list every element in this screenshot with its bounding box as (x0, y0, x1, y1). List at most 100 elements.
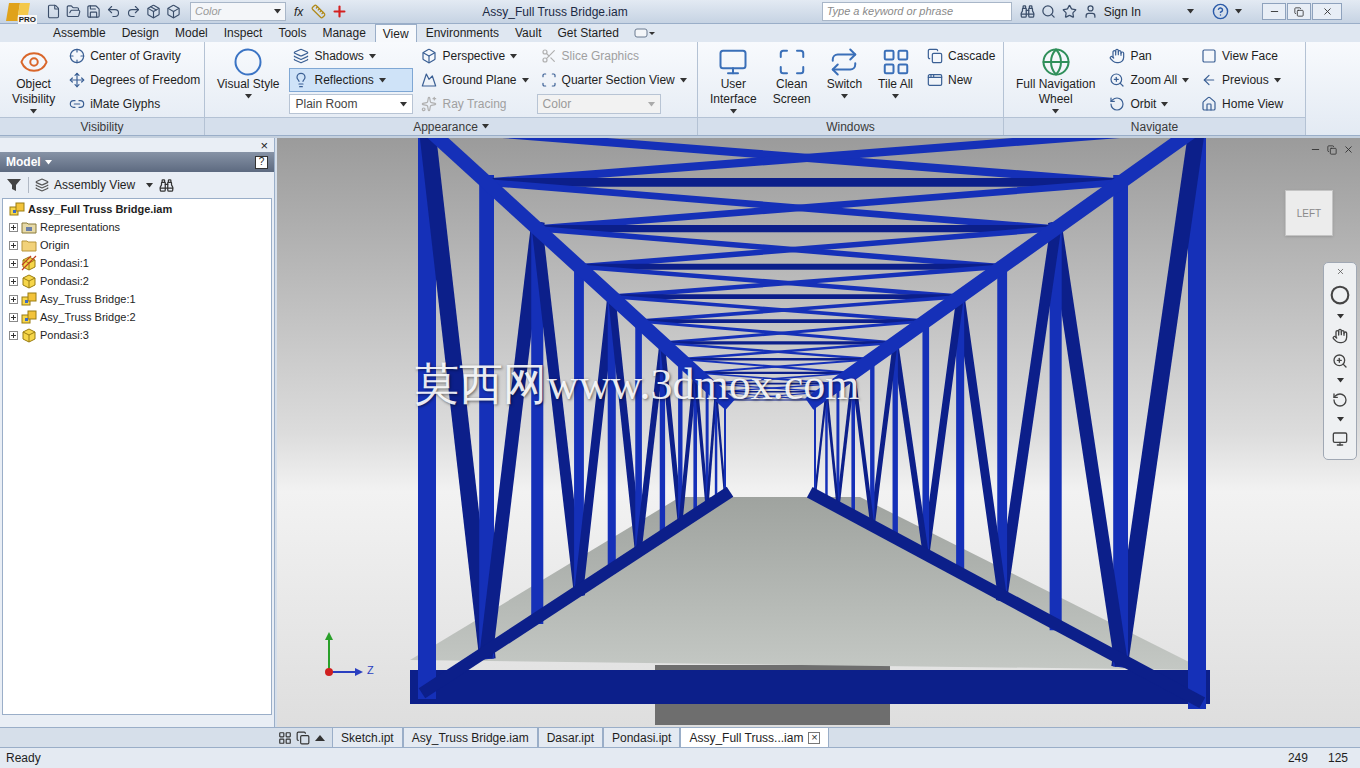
user-icon[interactable] (1083, 4, 1098, 19)
expand-icon[interactable] (9, 223, 18, 232)
ribbon-tab[interactable]: Inspect (217, 24, 270, 42)
ribbon-panel-label[interactable]: Visibility (0, 117, 204, 135)
sign-in-button[interactable]: Sign In (1104, 3, 1141, 21)
ribbon-tab[interactable]: Get Started (550, 24, 625, 42)
zoom-icon[interactable] (1332, 353, 1348, 369)
ribbon-small-button[interactable]: Previous (1197, 68, 1287, 92)
ribbon-large-button[interactable]: ObjectVisibility (6, 44, 61, 114)
cascade-documents-icon[interactable] (296, 731, 310, 745)
browser-help-button[interactable]: ? (255, 156, 268, 169)
quick-access-icon[interactable] (66, 4, 81, 19)
quick-access-icon[interactable] (106, 4, 121, 19)
quick-access-icon[interactable] (166, 4, 181, 19)
measure-icon[interactable] (311, 4, 326, 19)
favorites-icon[interactable] (1062, 4, 1077, 19)
ribbon-display-toggle-icon[interactable] (634, 26, 656, 40)
search-icon[interactable] (1041, 4, 1056, 19)
ribbon-small-button[interactable]: iMate Glyphs (65, 92, 204, 116)
ribbon-tab[interactable]: Manage (315, 24, 372, 42)
minimize-icon[interactable] (1310, 144, 1321, 155)
find-icon[interactable] (159, 178, 174, 193)
ribbon-small-button[interactable]: Zoom All (1105, 68, 1193, 92)
browser-title[interactable]: Model (6, 153, 52, 171)
filter-icon[interactable] (6, 177, 22, 193)
application-menu-button[interactable]: PRO (0, 0, 38, 24)
ribbon-tab[interactable]: View (375, 24, 417, 42)
expand-icon[interactable] (9, 277, 18, 286)
ribbon-panel-label[interactable]: Windows (698, 117, 1003, 135)
ribbon-small-button[interactable]: Ground Plane (417, 68, 532, 92)
close-icon[interactable] (1343, 144, 1354, 155)
document-tab[interactable]: Sketch.ipt (332, 728, 403, 747)
look-at-icon[interactable] (1332, 431, 1348, 447)
binoculars-icon[interactable] (1020, 4, 1035, 19)
ribbon-small-button[interactable]: Perspective (417, 44, 532, 68)
quick-access-icon[interactable] (126, 4, 141, 19)
browser-view-select[interactable]: Assembly View (35, 176, 153, 194)
add-icon[interactable] (331, 3, 348, 20)
tile-documents-icon[interactable] (278, 731, 292, 745)
ribbon-tab[interactable]: Design (115, 24, 166, 42)
ribbon-small-button[interactable]: Quarter Section View (537, 68, 691, 92)
ribbon-tab[interactable]: Assemble (46, 24, 113, 42)
ribbon-large-button[interactable]: UserInterface (704, 44, 763, 114)
ribbon-small-button[interactable]: Cascade (923, 44, 999, 68)
expand-icon[interactable] (9, 313, 18, 322)
document-tab-close[interactable]: × (808, 732, 820, 744)
viewcube[interactable]: LEFT (1285, 190, 1333, 236)
ribbon-panel-label[interactable]: Appearance (205, 117, 697, 135)
ribbon-small-button[interactable]: Shadows (289, 44, 413, 68)
restore-button[interactable] (1287, 3, 1311, 20)
expand-icon[interactable] (9, 331, 18, 340)
ribbon-tab[interactable]: Vault (508, 24, 548, 42)
close-navbar-icon[interactable] (1336, 267, 1345, 276)
ribbon-small-button[interactable]: Slice Graphics (537, 44, 691, 68)
tree-item[interactable]: Origin (3, 236, 271, 254)
ribbon-small-button[interactable]: Orbit (1105, 92, 1193, 116)
quick-access-icon[interactable] (86, 4, 101, 19)
search-field[interactable]: Type a keyword or phrase (822, 2, 1012, 21)
graphics-viewport[interactable]: 莫西网www.3dmox.comLEFTZ (277, 138, 1360, 727)
ribbon-large-button[interactable]: Tile All (872, 44, 919, 99)
restore-icon[interactable] (1327, 145, 1337, 155)
quick-access-icon[interactable] (146, 4, 161, 19)
quick-access-icon[interactable] (46, 4, 61, 19)
tree-item[interactable]: Representations (3, 218, 271, 236)
ribbon-large-button[interactable]: Visual Style (211, 44, 285, 99)
expand-icon[interactable] (9, 295, 18, 304)
document-tab[interactable]: Assy_Full Truss...iam× (680, 728, 829, 747)
ribbon-panel-label[interactable]: Navigate (1004, 117, 1305, 135)
tree-item[interactable]: Asy_Truss Bridge:1 (3, 290, 271, 308)
tree-item[interactable]: Pondasi:3 (3, 326, 271, 344)
browser-close-button[interactable]: × (260, 139, 268, 152)
close-button[interactable] (1312, 3, 1342, 20)
ribbon-tab[interactable]: Tools (271, 24, 313, 42)
ribbon-small-button[interactable]: Reflections (289, 68, 413, 92)
pan-icon[interactable] (1332, 328, 1348, 344)
ribbon-select[interactable]: Plain Room (289, 94, 413, 114)
tree-item[interactable]: Assy_Full Truss Bridge.iam (3, 200, 271, 218)
tree-item[interactable]: Asy_Truss Bridge:2 (3, 308, 271, 326)
tree-item[interactable]: Pondasi:2 (3, 272, 271, 290)
bridge-model-drawing[interactable] (277, 138, 1360, 727)
document-tab[interactable]: Dasar.ipt (538, 728, 603, 747)
ribbon-small-button[interactable]: View Face (1197, 44, 1287, 68)
expand-icon[interactable] (9, 259, 18, 268)
ribbon-small-button[interactable]: Center of Gravity (65, 44, 204, 68)
document-tab[interactable]: Asy_Truss Bridge.iam (403, 728, 538, 747)
minimize-button[interactable] (1262, 3, 1286, 20)
ribbon-large-button[interactable]: Switch (821, 44, 868, 99)
style-field[interactable]: Color (190, 2, 286, 21)
ribbon-large-button[interactable]: Full NavigationWheel (1010, 44, 1101, 114)
steering-wheel-icon[interactable] (1330, 285, 1350, 305)
ribbon-select[interactable]: Color (537, 94, 661, 114)
expand-icon[interactable] (9, 241, 18, 250)
help-icon[interactable] (1212, 3, 1229, 20)
ribbon-tab[interactable]: Model (168, 24, 215, 42)
ribbon-small-button[interactable]: Ray Tracing (417, 92, 532, 116)
document-tab[interactable]: Pondasi.ipt (603, 728, 680, 747)
orbit-icon[interactable] (1332, 392, 1348, 408)
ribbon-tab[interactable]: Environments (419, 24, 506, 42)
ribbon-large-button[interactable]: CleanScreen (767, 44, 817, 107)
tree-item[interactable]: Pondasi:1 (3, 254, 271, 272)
